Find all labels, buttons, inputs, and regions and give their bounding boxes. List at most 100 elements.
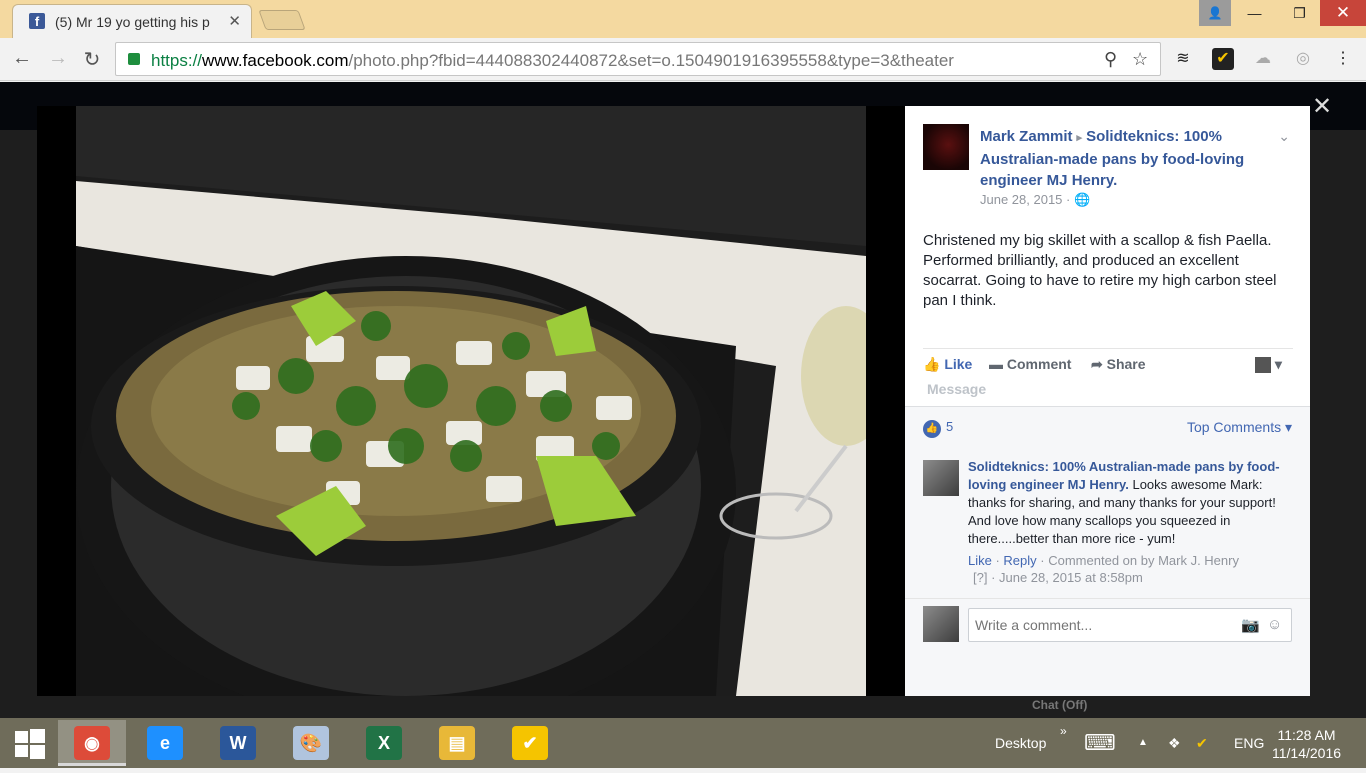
maximize-button[interactable]: ❐ (1277, 0, 1322, 26)
language-indicator[interactable]: ENG (1234, 718, 1264, 768)
url-path: /photo.php?fbid=444088302440872&set=o.15… (348, 51, 954, 70)
like-reaction-icon: 👍 (923, 420, 941, 438)
comment-meta: Like · Reply · Commented on by Mark J. H… (968, 552, 1298, 570)
url-text: https://www.facebook.com/photo.php?fbid=… (151, 51, 954, 71)
comment-sort-dropdown[interactable]: Top Comments ▾ (1187, 419, 1292, 436)
message-label: Message (927, 381, 987, 397)
buffer-extension-icon[interactable]: ≋ (1172, 48, 1194, 70)
commented-on-text: Commented on by Mark J. Henry (1048, 553, 1239, 568)
touch-keyboard-icon[interactable]: ⌨ (1084, 718, 1116, 768)
thumbs-up-icon: 👍 (923, 356, 941, 372)
reaction-count-value: 5 (946, 419, 954, 434)
chrome-menu-icon[interactable]: ⋮ (1332, 48, 1354, 70)
share-button[interactable]: ➦ Share (1091, 356, 1146, 373)
separator: · (1036, 553, 1049, 568)
photo-stage (37, 106, 905, 696)
tab-title: (5) Mr 19 yo getting his p (55, 14, 210, 30)
file-explorer-icon: ▤ (439, 726, 475, 760)
norton-tray-icon[interactable]: ✔ (1196, 718, 1208, 768)
norton-icon: ✔ (512, 726, 548, 760)
post-date[interactable]: June 28, 2015 · 🌐 (980, 192, 1090, 208)
taskbar-app-paint[interactable]: 🎨 (277, 720, 345, 766)
author-name-link[interactable]: Mark Zammit (980, 128, 1073, 145)
browser-toolbar: ← → ↻ https://www.facebook.com/photo.php… (0, 38, 1366, 81)
post-options-chevron-icon[interactable]: ⌄ (1278, 128, 1290, 145)
taskbar-app-word[interactable]: W (204, 720, 272, 766)
comment-timestamp[interactable]: [?] · June 28, 2015 at 8:58pm (973, 570, 1143, 585)
browser-titlebar: f (5) Mr 19 yo getting his p ✕ 👤 — ❐ ✕ (0, 0, 1366, 38)
post-text: Christened my big skillet with a scallop… (923, 232, 1277, 309)
comment-button[interactable]: ▬ Comment (989, 356, 1071, 372)
photo-sidebar: Mark Zammit ▸ Solidteknics: 100% Australia… (905, 106, 1310, 696)
tab-close-icon[interactable]: ✕ (228, 12, 241, 30)
author-avatar[interactable] (923, 124, 969, 170)
back-button[interactable]: ← (10, 47, 34, 70)
dropdown-arrow-icon: ▾ (1274, 356, 1282, 372)
like-button[interactable]: 👍 Like (923, 356, 972, 373)
desktop-toolbar[interactable]: Desktop (995, 718, 1046, 768)
reload-button[interactable]: ↻ (80, 47, 104, 72)
close-window-button[interactable]: ✕ (1320, 0, 1366, 26)
share-arrow-icon: ➦ (1091, 356, 1103, 372)
new-tab-button[interactable] (258, 10, 306, 30)
share-label: Share (1106, 356, 1146, 372)
address-bar[interactable]: https://www.facebook.com/photo.php?fbid=… (115, 42, 1161, 76)
norton-extension-icon[interactable]: ✔ (1212, 48, 1234, 70)
comments-section (905, 406, 1310, 696)
url-scheme: https:// (151, 51, 203, 70)
small-avatar (1255, 357, 1271, 374)
tray-expand-icon[interactable]: ▲ (1138, 718, 1148, 768)
shield-extension-icon[interactable]: ◎ (1292, 48, 1314, 70)
message-button[interactable]: Message (927, 381, 986, 397)
start-button[interactable] (0, 718, 60, 768)
comment-composer[interactable]: 📷 ☺ (968, 608, 1292, 642)
windows-logo-icon (15, 729, 45, 759)
comment-body: Solidteknics: 100% Australian-made pans … (968, 458, 1288, 548)
lock-icon (128, 53, 140, 65)
windows-taskbar: ◉ e W 🎨 X ▤ ✔ Desktop » ⌨ ▲ ❖ ✔ ENG 11:28 AM 1… (0, 718, 1366, 768)
cloud-extension-icon[interactable]: ☁ (1252, 48, 1274, 70)
comment-reply-link[interactable]: Reply (1003, 553, 1036, 568)
chrome-icon: ◉ (74, 726, 110, 760)
browser-tab[interactable]: f (5) Mr 19 yo getting his p ✕ (12, 4, 252, 38)
forward-button[interactable]: → (46, 47, 70, 70)
facebook-favicon-icon: f (29, 13, 45, 29)
theater-close-icon[interactable]: ✕ (1312, 92, 1332, 121)
arrow-right-icon: ▸ (1076, 132, 1083, 144)
desktop-expand-icon[interactable]: » (1060, 706, 1067, 756)
word-icon: W (220, 726, 256, 760)
system-clock[interactable]: 11:28 AM 11/14/2016 (1272, 726, 1341, 762)
excel-icon: X (366, 726, 402, 760)
divider (905, 406, 1310, 407)
post-header: Mark Zammit ▸ Solidteknics: 100% Australia… (980, 126, 1280, 191)
taskbar-app-excel[interactable]: X (350, 720, 418, 766)
minimize-button[interactable]: — (1232, 0, 1277, 26)
like-label: Like (944, 356, 973, 372)
camera-icon[interactable]: 📷 (1241, 616, 1260, 634)
zoom-search-icon[interactable]: ⚲ (1104, 49, 1117, 70)
url-host: www.facebook.com (202, 51, 349, 70)
taskbar-app-internet-explorer[interactable]: e (131, 720, 199, 766)
clock-date: 11/14/2016 (1272, 745, 1342, 761)
taskbar-app-file-explorer[interactable]: ▤ (423, 720, 491, 766)
paint-icon: 🎨 (293, 726, 329, 760)
comment-like-link[interactable]: Like (968, 553, 992, 568)
post-as-selector[interactable]: ▾ (1255, 356, 1282, 374)
commenter-avatar[interactable] (923, 460, 959, 496)
separator: · (991, 553, 1004, 568)
internet-explorer-icon: e (147, 726, 183, 760)
divider (923, 348, 1293, 349)
clock-time: 11:28 AM (1277, 727, 1336, 743)
dropbox-tray-icon[interactable]: ❖ (1168, 718, 1181, 768)
post-photo[interactable] (76, 106, 866, 696)
paella-photo-image (76, 106, 866, 696)
taskbar-app-chrome[interactable]: ◉ (58, 720, 126, 766)
reaction-count[interactable]: 👍 5 (923, 419, 953, 438)
taskbar-app-norton[interactable]: ✔ (496, 720, 564, 766)
comment-input[interactable] (975, 617, 1225, 633)
bookmark-star-icon[interactable]: ☆ (1132, 49, 1148, 70)
current-user-avatar (923, 606, 959, 642)
emoji-icon[interactable]: ☺ (1267, 616, 1282, 633)
user-profile-icon[interactable]: 👤 (1199, 0, 1231, 26)
divider (905, 598, 1310, 599)
